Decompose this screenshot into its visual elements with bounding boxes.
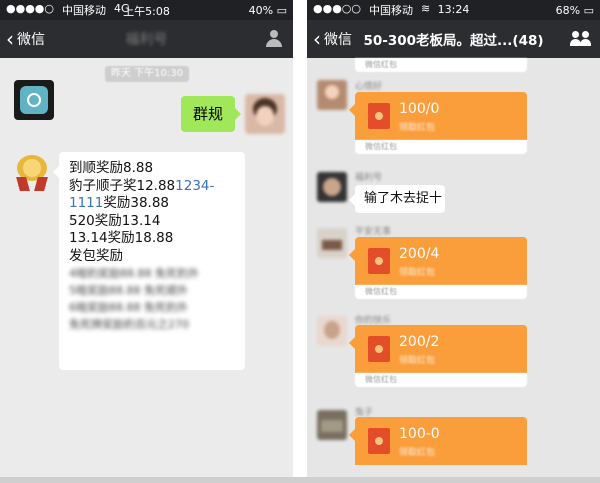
group-icon[interactable]	[570, 31, 592, 47]
chat-nav-bar: ‹ 微信 50-300老板局。超过...(48)	[307, 20, 600, 58]
rule-line-link-cont: 1111奖励38.88	[69, 195, 170, 211]
red-packet-sub: 领取红包	[399, 356, 436, 366]
rule-line-packet: 发包奖励	[69, 247, 123, 264]
chevron-left-icon: ‹	[313, 27, 321, 51]
red-packet-card[interactable]: 100/0 领取红包	[349, 92, 527, 140]
red-envelope-icon	[368, 336, 390, 362]
member-avatar[interactable]	[317, 80, 347, 110]
status-time: 13:24	[437, 3, 470, 16]
red-packet-footer: 微信红包	[355, 373, 527, 387]
red-envelope-icon	[368, 428, 390, 454]
sent-message-bubble[interactable]: 群规	[181, 96, 241, 132]
red-packet-card[interactable]: 100-0 领取红包	[349, 417, 527, 465]
red-packet-footer: 微信红包	[355, 58, 527, 72]
red-envelope-icon	[368, 103, 390, 129]
member-avatar[interactable]	[317, 228, 347, 258]
member-nickname: 心情好	[355, 82, 383, 92]
blurred-rule-line: 4暗豹奖励88.88 免死豹外	[69, 267, 199, 280]
chevron-left-icon: ‹	[6, 27, 14, 51]
my-avatar[interactable]	[245, 94, 285, 134]
bottom-divider	[0, 477, 600, 483]
person-icon[interactable]	[265, 30, 283, 48]
blurred-rule-line: 5暗奖励88.88 免死顺外	[69, 284, 188, 297]
member-avatar[interactable]	[317, 316, 347, 346]
group-rules-message[interactable]: 到顺奖励8.88 豹子顺子奖12.881234- 1111奖励38.88 520…	[53, 152, 245, 370]
number-link[interactable]: 1234-	[175, 178, 214, 194]
text-message-bubble[interactable]: 输了木去捉十	[349, 185, 445, 213]
group-chat-title: 50-300老板局。超过...(48)	[363, 33, 544, 49]
member-avatar[interactable]	[317, 172, 347, 202]
red-packet-card[interactable]: 200/2 领取红包	[349, 325, 527, 373]
sender-avatar[interactable]	[14, 80, 54, 120]
red-envelope-icon	[368, 248, 390, 274]
rule-line-520: 520奖励13.14	[69, 212, 161, 229]
red-packet-sub: 领取红包	[399, 268, 436, 278]
red-packet-amount: 100-0	[399, 426, 440, 442]
number-link-cont[interactable]: 1111	[69, 195, 103, 211]
red-packet-sub: 领取红包	[399, 123, 436, 133]
rule-line-leopard: 豹子顺子奖12.881234-	[69, 177, 215, 194]
message-timestamp: 昨天 下午10:30	[105, 66, 189, 82]
rule-line: 到顺奖励8.88	[69, 160, 154, 176]
status-bar: ●●●○○ 中国移动 ≋ 13:24 68% ▭	[307, 0, 600, 20]
back-button[interactable]: ‹ 微信	[313, 29, 352, 49]
member-nickname: 平安无事	[355, 227, 392, 237]
member-nickname: 福利号	[355, 173, 383, 183]
back-label: 微信	[324, 32, 352, 48]
red-packet-footer: 微信红包	[355, 140, 527, 154]
red-packet-card[interactable]: 200/4 领取红包	[349, 237, 527, 285]
status-bar: ●●●●○ 中国移动 4G 上午5:08 40% ▭	[0, 0, 293, 20]
blurred-rule-line: 6暗奖励88.88 免死豹外	[69, 301, 188, 314]
status-time: 上午5:08	[123, 5, 170, 18]
red-packet-amount: 100/0	[399, 101, 440, 117]
blurred-rule-line: 免死牌奖励豹百元之270	[69, 318, 189, 331]
red-packet-sub: 领取红包	[399, 448, 436, 458]
red-packet-amount: 200/2	[399, 334, 440, 350]
medal-avatar[interactable]	[12, 153, 52, 193]
red-packet-amount: 200/4	[399, 246, 440, 262]
chat-nav-bar: ‹ 微信 福利号	[0, 20, 293, 58]
back-button[interactable]: ‹ 微信	[6, 29, 45, 49]
rule-line-1314: 13.14奖励18.88	[69, 230, 174, 246]
left-phone-screen: ●●●●○ 中国移动 4G 上午5:08 40% ▭ ‹ 微信 福利号 昨天 下…	[0, 0, 293, 483]
member-avatar[interactable]	[317, 410, 347, 440]
red-packet-footer: 微信红包	[355, 285, 527, 299]
back-label: 微信	[17, 32, 45, 48]
